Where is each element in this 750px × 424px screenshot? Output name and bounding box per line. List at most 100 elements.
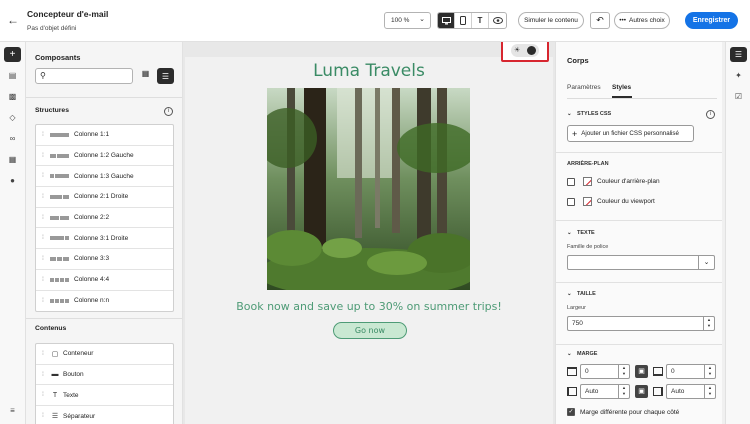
drag-handle-icon[interactable]: ⁞ [38,194,48,200]
email-body[interactable]: Luma Travels Book now and save up to 30%… [185,57,553,424]
content-item[interactable]: ⁞ T Texte [36,385,173,407]
list-view-icon[interactable]: ☰ [157,68,174,84]
theme-toggle[interactable]: ☀ [501,42,549,62]
promo-text[interactable]: Book now and save up to 30% on summer tr… [185,300,553,313]
more-options-button[interactable]: ••• Autres choix [614,12,670,29]
content-item[interactable]: ⁞ ▬ Bouton [36,365,173,386]
drag-handle-icon[interactable]: ⁞ [38,173,48,179]
structure-item[interactable]: ⁞ Colonne 1:2 Gauche [36,146,173,167]
validation-icon[interactable]: ☑ [730,89,747,104]
structure-item[interactable]: ⁞ Colonne 2:2 [36,208,173,229]
lock-icon[interactable]: ▣ [635,365,648,378]
drag-handle-icon[interactable]: ⁞ [38,372,48,378]
drag-handle-icon[interactable]: ⁞ [38,256,48,262]
drag-handle-icon[interactable]: ⁞ [38,392,48,398]
assets-icon[interactable]: ▩ [4,89,21,104]
chevron-down-icon: ⌄ [419,16,425,23]
stepper-icon[interactable]: ▲ ▼ [618,365,629,378]
drag-handle-icon[interactable]: ⁞ [38,132,48,138]
structure-item[interactable]: ⁞ Colonne 1:3 Gauche [36,166,173,188]
tab-styles[interactable]: Styles [612,84,631,91]
page-title: Concepteur d'e-mail [27,9,109,19]
stepper-icon[interactable]: ▲ ▼ [704,365,715,378]
layers-text-icon[interactable]: ▤ [4,68,21,83]
margin-top-input[interactable]: 0 ▲ ▼ [580,364,630,379]
structure-item[interactable]: ⁞ Colonne 1:1 [36,125,173,146]
zoom-select[interactable]: 100 % ⌄ [384,12,431,29]
font-family-select[interactable]: ⌄ [567,255,715,270]
drag-handle-icon[interactable]: ⁞ [38,413,48,419]
drag-handle-icon[interactable]: ⁞ [38,235,48,241]
structure-item-label: Colonne 4:4 [74,276,110,284]
sun-icon: ☀ [514,47,521,54]
info-icon[interactable]: i [164,107,173,116]
properties-icon[interactable]: ☰ [730,47,747,62]
link-icon[interactable]: ∞ [4,131,21,146]
grid-view-icon[interactable]: ▦ [139,69,152,83]
structure-item[interactable]: ⁞ Colonne n:n [36,291,173,312]
text-section-header[interactable]: ⌄ TEXTE [567,230,595,236]
margin-bottom-value: 0 [671,368,675,375]
mobile-view-button[interactable] [455,13,472,28]
size-section-header[interactable]: ⌄ TAILLE [567,291,596,297]
email-title[interactable]: Luma Travels [185,61,553,81]
margin-left-input[interactable]: Auto ▲ ▼ [580,384,630,399]
layers-icon[interactable]: ≡ [4,403,21,418]
preview-button[interactable] [489,13,506,28]
viewport-color-checkbox[interactable] [567,197,575,206]
background-color-row[interactable]: Couleur d'arrière-plan [567,177,660,186]
font-family-label: Famille de police [567,244,609,250]
stepper-icon[interactable]: ▲ ▼ [704,385,715,398]
checkmark-icon[interactable]: ✓ [567,408,575,416]
viewport-color-row[interactable]: Couleur du viewport [567,197,655,206]
back-arrow-icon[interactable]: ← [7,13,19,27]
info-icon[interactable]: i [706,110,715,119]
text-view-button[interactable]: T [472,13,489,28]
stepper-icon[interactable]: ▲ ▼ [703,317,714,330]
column-layout-icon [50,215,70,220]
css-section-header[interactable]: ⌄ STYLES CSS [567,111,611,117]
margin-top-value: 0 [585,368,589,375]
content-item[interactable]: ⁞ ☰ Séparateur [36,406,173,424]
drag-handle-icon[interactable]: ⁞ [38,153,48,159]
width-input[interactable]: 750 ▲ ▼ [567,316,715,331]
stepper-icon[interactable]: ▲ ▼ [618,385,629,398]
background-section-title: ARRIÈRE-PLAN [567,161,609,167]
undo-button[interactable]: ↶ [590,12,610,29]
drag-handle-icon[interactable]: ⁞ [38,277,48,283]
view-mode-group: T [437,12,507,29]
structure-item[interactable]: ⁞ Colonne 4:4 [36,270,173,291]
forest-hero-image[interactable] [267,88,470,290]
left-rail: + ▤ ▩ ◇ ∞ ▦ ● ≡ [0,42,26,424]
text-icon: T [477,16,483,25]
margin-section-header[interactable]: ⌄ MARGE [567,351,597,357]
fragments-icon[interactable]: ▦ [4,152,21,167]
drag-handle-icon[interactable]: ⁞ [38,298,48,304]
magic-wand-icon[interactable]: ✦ [730,68,747,83]
desktop-view-button[interactable] [438,13,455,28]
margin-left-value: Auto [585,388,599,395]
structure-item[interactable]: ⁞ Colonne 3:1 Droite [36,228,173,250]
content-item[interactable]: ⁞ ▢ Conteneur [36,344,173,365]
go-now-button[interactable]: Go now [333,322,407,339]
content-item-label: Séparateur [63,412,96,420]
background-color-checkbox[interactable] [567,177,575,186]
components-search-input[interactable]: ⚲ [35,68,133,84]
save-button[interactable]: Enregistrer [685,12,738,29]
column-layout-icon [50,174,70,179]
drag-handle-icon[interactable]: ⁞ [38,351,48,357]
personalization-icon[interactable]: ● [4,173,21,188]
tab-settings[interactable]: Paramètres [567,84,601,91]
structure-item[interactable]: ⁞ Colonne 2:1 Droite [36,187,173,208]
email-canvas[interactable]: Luma Travels Book now and save up to 30%… [183,42,555,424]
structure-item[interactable]: ⁞ Colonne 3:3 [36,249,173,270]
margin-bottom-input[interactable]: 0 ▲ ▼ [666,364,716,379]
simulate-content-button[interactable]: Simuler le contenu [518,12,584,29]
navigation-tree-icon[interactable]: ◇ [4,110,21,125]
margin-right-input[interactable]: Auto ▲ ▼ [666,384,716,399]
lock-icon[interactable]: ▣ [635,385,648,398]
add-components-icon[interactable]: + [4,47,21,62]
drag-handle-icon[interactable]: ⁞ [38,215,48,221]
add-css-button[interactable]: + Ajouter un fichier CSS personnalisé [567,125,694,142]
margin-per-side-row[interactable]: ✓ Marge différente pour chaque côté [567,408,679,416]
